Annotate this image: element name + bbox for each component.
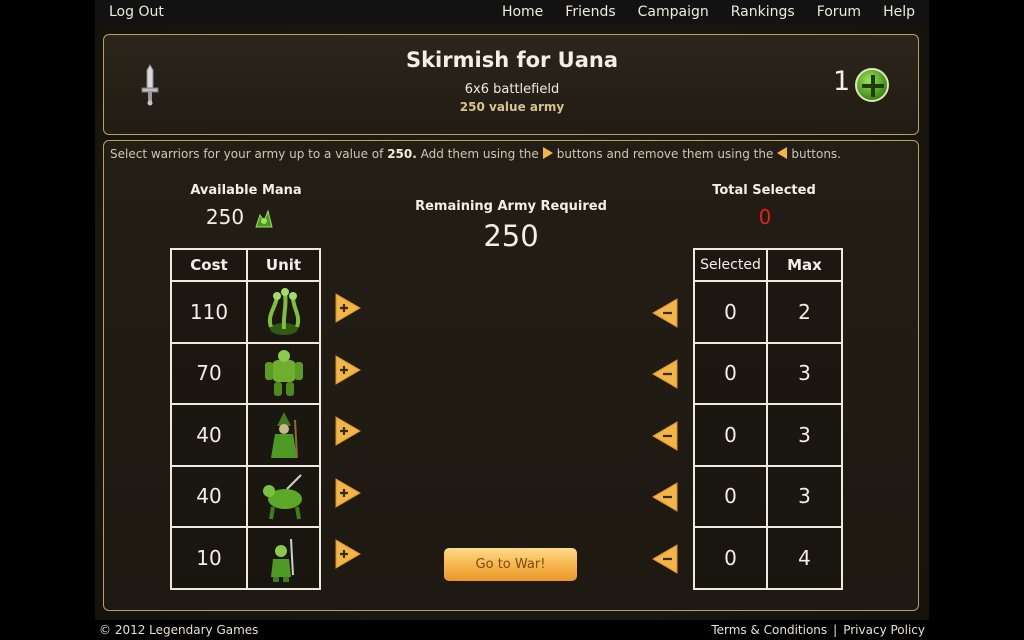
nav-friends[interactable]: Friends [565,4,615,20]
max-count: 3 [766,341,843,405]
remaining-army-label: Remaining Army Required [415,199,607,214]
beast-unit-icon [262,474,302,520]
remove-arrow-icon [652,421,678,451]
add-arrow-icon [542,147,553,159]
selected-count: 0 [693,526,768,590]
remove-unit-button[interactable] [651,543,679,575]
unit-cost: 10 [170,526,248,590]
footer-separator: | [833,623,838,637]
copyright-text: © 2012 Legendary Games [99,623,259,637]
unit-cost: 70 [170,341,248,405]
unit-selection-table: Selected Max 0 2 0 3 0 3 0 3 0 4 [693,248,843,590]
remove-arrow-icon [652,298,678,328]
unit-cost: 110 [170,280,248,344]
unit-cell [246,403,321,467]
selected-count: 0 [693,341,768,405]
available-mana-label: Available Mana [190,183,302,198]
unit-cost: 40 [170,464,248,528]
selected-count: 0 [693,464,768,528]
add-unit-button[interactable] [334,538,362,570]
table-row: 0 3 [693,341,843,405]
privacy-link[interactable]: Privacy Policy [843,623,925,637]
add-arrow-icon [335,293,361,323]
golem-unit-icon [264,350,303,397]
table-row: 70 [170,341,321,405]
available-mana-value: 250 [205,205,245,229]
army-count: 1 [833,66,851,97]
instructions-value: 250. [387,147,417,161]
total-selected-value: 0 [758,205,772,229]
remove-arrow-icon [652,544,678,574]
cost-header: Cost [170,248,248,282]
logout-link[interactable]: Log Out [109,4,164,20]
table-row: 40 [170,464,321,528]
instructions-part3: buttons and remove them using the [556,147,774,161]
max-count: 3 [766,403,843,467]
add-arrow-icon [335,478,361,508]
remove-unit-button[interactable] [651,481,679,513]
instructions-part2: Add them using the [420,147,539,161]
selected-count: 0 [693,280,768,344]
nav-help[interactable]: Help [883,4,915,20]
remove-arrow-icon [777,147,788,159]
nav-forum[interactable]: Forum [817,4,861,20]
max-count: 2 [766,280,843,344]
add-unit-button[interactable] [334,477,362,509]
add-army-icon[interactable] [855,68,889,102]
add-unit-button[interactable] [334,292,362,324]
nav-rankings[interactable]: Rankings [731,4,795,20]
table-header-row: Selected Max [693,248,843,282]
add-arrow-icon [335,539,361,569]
unit-header: Unit [246,248,321,282]
table-row: 0 4 [693,526,843,590]
remove-arrow-icon [652,482,678,512]
add-arrow-icon [335,416,361,446]
max-count: 4 [766,526,843,590]
footer: © 2012 Legendary Games Terms & Condition… [95,620,929,640]
terms-link[interactable]: Terms & Conditions [711,623,827,637]
army-value: 250 value army [459,100,565,114]
goblin-unit-icon [270,538,294,582]
instructions-part1: Select warriors for your army up to a va… [110,147,384,161]
top-nav-bar: Log Out Home Friends Campaign Rankings F… [95,0,929,24]
wizard-unit-icon [270,411,298,458]
table-row: 10 [170,526,321,590]
table-header-row: Cost Unit [170,248,321,282]
remaining-army-value: 250 [483,219,539,253]
table-row: 110 [170,280,321,344]
table-row: 0 2 [693,280,843,344]
mana-icon [255,209,273,228]
add-arrow-icon [335,355,361,385]
table-row: 0 3 [693,403,843,467]
nav-home[interactable]: Home [502,4,543,20]
add-unit-button[interactable] [334,415,362,447]
max-header: Max [766,248,843,282]
go-to-war-button[interactable]: Go to War! [444,548,577,581]
unit-cell [246,341,321,405]
unit-cell [246,526,321,590]
unit-cell [246,464,321,528]
unit-cell [246,280,321,344]
footer-links: Terms & Conditions | Privacy Policy [711,623,925,637]
main-nav: Home Friends Campaign Rankings Forum Hel… [502,4,915,20]
hydra-unit-icon [267,287,300,335]
max-count: 3 [766,464,843,528]
total-selected-label: Total Selected [712,183,816,198]
selected-count: 0 [693,403,768,467]
nav-campaign[interactable]: Campaign [638,4,709,20]
unit-cost: 40 [170,403,248,467]
remove-unit-button[interactable] [651,358,679,390]
unit-cost-table: Cost Unit 110 70 40 40 10 [170,248,321,590]
remove-unit-button[interactable] [651,297,679,329]
remove-unit-button[interactable] [651,420,679,452]
remove-arrow-icon [652,359,678,389]
selected-header: Selected [693,248,768,282]
table-row: 0 3 [693,464,843,528]
instructions-part4: buttons. [791,147,841,161]
table-row: 40 [170,403,321,467]
add-unit-button[interactable] [334,354,362,386]
instructions-text: Select warriors for your army up to a va… [110,147,841,161]
